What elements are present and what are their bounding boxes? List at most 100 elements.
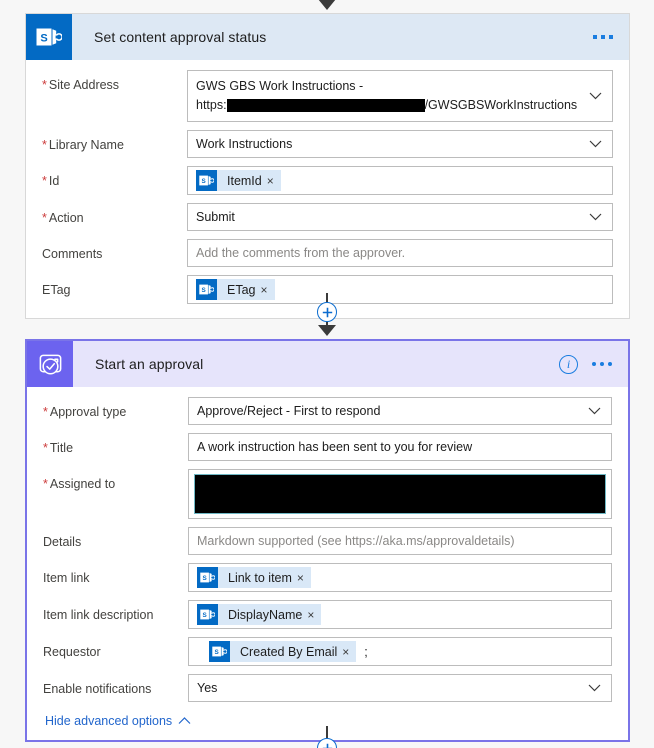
- required-indicator: *: [42, 211, 47, 225]
- remove-token-icon[interactable]: ×: [297, 572, 311, 584]
- add-step-icon[interactable]: [317, 738, 337, 748]
- site-address-dropdown[interactable]: GWS GBS Work Instructions - https: /GWSGB…: [187, 70, 613, 122]
- title-value: A work instruction has been sent to you …: [197, 440, 473, 454]
- svg-text:S: S: [202, 575, 206, 582]
- action-card-set-content-approval-status[interactable]: S Set content approval status * Site Addr…: [25, 13, 630, 319]
- remove-token-icon[interactable]: ×: [307, 609, 321, 621]
- comments-input[interactable]: Add the comments from the approver.: [187, 239, 613, 267]
- dynamic-content-token[interactable]: S Created By Email ×: [209, 641, 357, 662]
- requestor-input[interactable]: S Created By Email × ;: [188, 637, 612, 666]
- connector-bottom: [0, 726, 654, 748]
- item-link-description-input[interactable]: S DisplayName ×: [188, 600, 612, 629]
- remove-token-icon[interactable]: ×: [267, 175, 281, 187]
- field-row-approval-type: * Approval type Approve/Reject - First to…: [43, 397, 612, 425]
- dynamic-content-token[interactable]: S DisplayName ×: [197, 604, 322, 625]
- down-arrow-icon: [318, 0, 336, 10]
- action-card-start-an-approval[interactable]: Start an approval i * Approval type Appro…: [25, 339, 630, 742]
- connector-middle: [0, 293, 654, 336]
- add-step-icon[interactable]: [317, 302, 337, 322]
- approval-type-dropdown[interactable]: Approve/Reject - First to respond: [188, 397, 612, 425]
- library-name-dropdown[interactable]: Work Instructions: [187, 130, 613, 158]
- assigned-to-input[interactable]: [188, 469, 612, 519]
- down-arrow-icon: [318, 325, 336, 336]
- required-indicator: *: [42, 174, 47, 188]
- chevron-down-icon[interactable]: [588, 407, 601, 415]
- chevron-down-icon[interactable]: [588, 684, 601, 692]
- action-value: Submit: [196, 210, 235, 224]
- field-label: * Id: [42, 174, 60, 188]
- url-suffix: /GWSGBSWorkInstructions: [424, 98, 578, 112]
- card-title: Start an approval: [95, 356, 204, 372]
- field-label: Details: [43, 535, 82, 549]
- required-indicator: *: [42, 138, 47, 152]
- title-input[interactable]: A work instruction has been sent to you …: [188, 433, 612, 461]
- field-label: * Site Address: [42, 78, 120, 92]
- chevron-up-icon: [178, 717, 191, 725]
- action-dropdown[interactable]: Submit: [187, 203, 613, 231]
- details-input[interactable]: Markdown supported (see https://aka.ms/a…: [188, 527, 612, 555]
- field-label: * Library Name: [42, 138, 124, 152]
- comments-placeholder: Add the comments from the approver.: [196, 246, 406, 260]
- required-indicator: *: [43, 441, 48, 455]
- library-name-value: Work Instructions: [196, 137, 293, 151]
- dynamic-content-token[interactable]: S Link to item ×: [197, 567, 311, 588]
- token-label: DisplayName: [228, 607, 303, 622]
- details-placeholder: Markdown supported (see https://aka.ms/a…: [197, 534, 515, 548]
- enable-notifications-value: Yes: [197, 681, 218, 695]
- info-icon[interactable]: i: [559, 354, 578, 374]
- field-label: Item link description: [43, 608, 154, 622]
- card-header[interactable]: Start an approval i: [27, 341, 628, 387]
- field-row-id: * Id S ItemId ×: [42, 166, 613, 195]
- chevron-down-icon[interactable]: [589, 92, 602, 100]
- sharepoint-icon: S: [197, 567, 218, 588]
- flow-designer-canvas: S Set content approval status * Site Addr…: [0, 0, 654, 748]
- sharepoint-icon: S: [197, 604, 218, 625]
- approval-icon: [27, 341, 73, 387]
- svg-text:S: S: [201, 178, 205, 185]
- chevron-down-icon[interactable]: [589, 140, 602, 148]
- connector-top: [0, 0, 654, 10]
- field-row-title: * Title A work instruction has been sent …: [43, 433, 612, 461]
- field-row-library-name: * Library Name Work Instructions: [42, 130, 613, 158]
- more-options-icon[interactable]: [593, 35, 613, 39]
- enable-notifications-dropdown[interactable]: Yes: [188, 674, 612, 702]
- sharepoint-icon: S: [196, 170, 217, 191]
- field-row-site-address: * Site Address GWS GBS Work Instructions …: [42, 70, 613, 122]
- more-options-icon[interactable]: [592, 362, 612, 366]
- field-label: Requestor: [43, 645, 101, 659]
- requestor-trailing-text: ;: [364, 644, 368, 659]
- field-label: Item link: [43, 571, 90, 585]
- field-row-comments: Comments Add the comments from the appro…: [42, 239, 613, 267]
- required-indicator: *: [42, 78, 47, 92]
- item-link-input[interactable]: S Link to item ×: [188, 563, 612, 592]
- field-label: * Title: [43, 441, 74, 455]
- field-row-action: * Action Submit: [42, 203, 613, 231]
- card-title: Set content approval status: [94, 29, 267, 45]
- field-label: Comments: [42, 247, 103, 261]
- chevron-down-icon[interactable]: [589, 213, 602, 221]
- required-indicator: *: [43, 405, 48, 419]
- svg-text:S: S: [202, 612, 206, 619]
- redacted-url-bar: [226, 99, 425, 113]
- token-label: ItemId: [227, 173, 262, 188]
- card-header[interactable]: S Set content approval status: [26, 14, 629, 60]
- field-row-item-link: Item link S Link to item ×: [43, 563, 612, 592]
- field-row-enable-notifications: Enable notifications Yes: [43, 674, 612, 702]
- card-body: * Approval type Approve/Reject - First to…: [27, 387, 628, 740]
- field-row-requestor: Requestor S Created By Email × ;: [43, 637, 612, 666]
- field-label: * Action: [42, 211, 84, 225]
- id-input[interactable]: S ItemId ×: [187, 166, 613, 195]
- remove-token-icon[interactable]: ×: [342, 646, 356, 658]
- token-label: Created By Email: [240, 644, 338, 659]
- svg-text:S: S: [40, 33, 47, 45]
- site-address-value-line2: https: /GWSGBSWorkInstructions: [196, 96, 577, 115]
- field-row-assigned-to: * Assigned to: [43, 469, 612, 519]
- card-body: * Site Address GWS GBS Work Instructions …: [26, 60, 629, 318]
- sharepoint-icon: S: [209, 641, 230, 662]
- card-header-actions: [593, 35, 629, 39]
- sharepoint-icon: S: [26, 14, 72, 60]
- dynamic-content-token[interactable]: S ItemId ×: [196, 170, 281, 191]
- site-address-value-line1: GWS GBS Work Instructions -: [196, 78, 364, 93]
- redacted-value-bar: [194, 474, 606, 514]
- connector-line: [326, 293, 328, 302]
